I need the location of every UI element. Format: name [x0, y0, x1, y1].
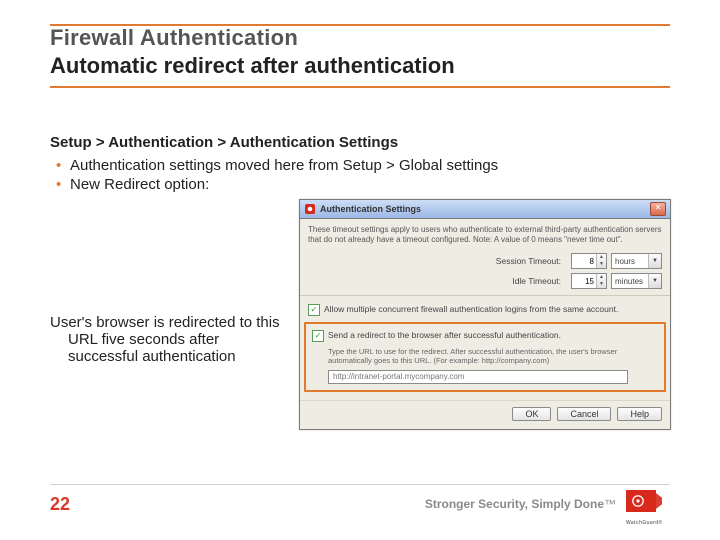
session-timeout-spinner[interactable]: ▲▼: [571, 253, 607, 269]
session-timeout-label: Session Timeout:: [308, 256, 567, 266]
dialog-titlebar[interactable]: Authentication Settings ✕: [300, 200, 670, 219]
idle-timeout-spinner[interactable]: ▲▼: [571, 273, 607, 289]
bullet-item: Authentication settings moved here from …: [56, 157, 670, 174]
checkbox-checked-icon[interactable]: ✓: [312, 330, 324, 342]
footer-divider: [50, 484, 670, 485]
spinner-arrows-icon[interactable]: ▲▼: [596, 254, 606, 268]
trademark-symbol: ™: [604, 497, 616, 511]
allow-multiple-row[interactable]: ✓ Allow multiple concurrent firewall aut…: [308, 302, 662, 318]
close-icon[interactable]: ✕: [650, 202, 666, 216]
accent-rule-under-title: [50, 86, 670, 88]
help-button[interactable]: Help: [617, 407, 662, 421]
body-row: User's browser is redirected to this URL…: [50, 199, 670, 430]
logo-brand-text: WatchGuard®: [626, 520, 663, 526]
bullet-list: Authentication settings moved here from …: [56, 157, 670, 193]
allow-multiple-label: Allow multiple concurrent firewall authe…: [324, 304, 618, 314]
redirect-description: Type the URL to use for the redirect. Af…: [328, 347, 658, 366]
send-redirect-label: Send a redirect to the browser after suc…: [328, 330, 561, 340]
dialog-icon: [304, 203, 316, 215]
send-redirect-row[interactable]: ✓ Send a redirect to the browser after s…: [312, 328, 658, 344]
session-timeout-unit: hours: [615, 257, 635, 266]
accent-rule-top: [50, 24, 670, 26]
chevron-down-icon[interactable]: ▼: [648, 254, 661, 268]
chevron-down-icon[interactable]: ▼: [648, 274, 661, 288]
slide: Firewall Authentication Automatic redire…: [0, 0, 720, 540]
logo-badge-icon: [626, 490, 656, 512]
page-number: 22: [50, 494, 70, 515]
session-timeout-value[interactable]: [572, 254, 596, 268]
breadcrumb: Setup > Authentication > Authentication …: [50, 134, 670, 151]
idle-timeout-label: Idle Timeout:: [308, 276, 567, 286]
tagline-text: Stronger Security, Simply Done: [425, 497, 604, 511]
session-timeout-unit-select[interactable]: hours ▼: [611, 253, 662, 269]
dialog-body: These timeout settings apply to users wh…: [300, 219, 670, 400]
redirect-url-placeholder: http://intranet-portal.mycompany.com: [333, 372, 464, 381]
slide-title-line1: Firewall Authentication: [50, 25, 670, 51]
spinner-arrows-icon[interactable]: ▲▼: [596, 274, 606, 288]
idle-timeout-unit-select[interactable]: minutes ▼: [611, 273, 662, 289]
slide-title-line2: Automatic redirect after authentication: [50, 53, 670, 79]
redirect-caption: User's browser is redirected to this URL…: [50, 314, 283, 365]
checkbox-checked-icon[interactable]: ✓: [308, 304, 320, 316]
session-timeout-row: Session Timeout: ▲▼ hours ▼: [308, 253, 662, 269]
dialog-description: These timeout settings apply to users wh…: [308, 225, 662, 245]
idle-timeout-value[interactable]: [572, 274, 596, 288]
auth-settings-dialog: Authentication Settings ✕ These timeout …: [299, 199, 671, 430]
dialog-button-bar: OK Cancel Help: [300, 400, 670, 429]
idle-timeout-unit: minutes: [615, 277, 643, 286]
redirect-highlight-box: ✓ Send a redirect to the browser after s…: [304, 322, 666, 392]
cancel-button[interactable]: Cancel: [557, 407, 611, 421]
slide-content: Setup > Authentication > Authentication …: [50, 134, 670, 430]
redirect-url-input[interactable]: http://intranet-portal.mycompany.com: [328, 370, 628, 384]
slide-footer: 22 Stronger Security, Simply Done™ Watch…: [50, 490, 670, 518]
divider: [300, 295, 670, 296]
watchguard-logo: WatchGuard®: [626, 490, 670, 518]
idle-timeout-row: Idle Timeout: ▲▼ minutes ▼: [308, 273, 662, 289]
dialog-title: Authentication Settings: [320, 204, 421, 214]
ok-button[interactable]: OK: [512, 407, 551, 421]
tagline: Stronger Security, Simply Done™: [70, 497, 626, 511]
bullet-item: New Redirect option:: [56, 176, 670, 193]
